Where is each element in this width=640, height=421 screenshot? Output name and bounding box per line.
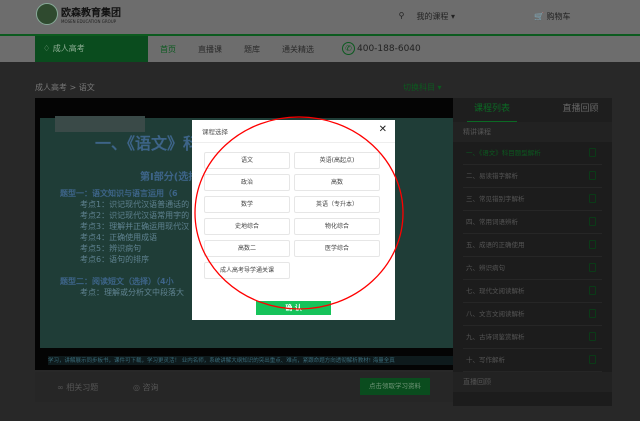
slide-line: 考点3：理解并正确运用现代汉 [80, 222, 190, 231]
slide-line: 题型一：语文知识与语言运用（6 [60, 189, 178, 198]
my-courses-link[interactable]: 我的课程 ▾ [416, 11, 455, 22]
lock-icon [589, 217, 596, 226]
lock-icon [589, 355, 596, 364]
course-option[interactable]: 医学综合 [294, 240, 380, 257]
logo[interactable]: 欧森教育集团 MOSEN EDUCATION GROUP [36, 3, 121, 25]
section-header: 精讲课程 [453, 122, 612, 142]
nav-live[interactable]: 直播课 [198, 44, 222, 55]
slide-line: 题型二：阅读短文（选择）（4小 [60, 277, 174, 286]
divider [192, 142, 395, 143]
marquee-text: 学习，讲解展示同步板书，课件可下载，学习更灵活！ 业内名师，系统讲解大纲知识的突… [48, 356, 453, 365]
slide-line: 考点2：识记现代汉语常用字的 [80, 211, 190, 220]
course-option[interactable]: 高数二 [204, 240, 290, 257]
lesson-title: 一、《语文》科目题型解析 [466, 149, 541, 157]
slide-subtitle: 第I部分(选择 [140, 172, 199, 183]
slide-line: 考点4：正确使用成语 [80, 233, 158, 242]
lock-icon [589, 263, 596, 272]
tab-course-list[interactable]: 课程列表 [467, 98, 517, 122]
course-option[interactable]: 数学 [204, 196, 290, 213]
nav-selected[interactable]: 通关精选 [282, 44, 314, 55]
lock-icon [589, 194, 596, 203]
cart-icon: 🛒 [534, 12, 544, 21]
slide-line: 考点5：辨识病句 [80, 244, 142, 253]
lesson-item[interactable]: 七、现代文阅读解析 [463, 280, 602, 303]
slide-title: 一、《语文》科 [95, 134, 200, 153]
lesson-item[interactable]: 四、常用词语辨析 [463, 211, 602, 234]
nav-question-bank[interactable]: 题库 [244, 44, 260, 55]
slide-line: 考点：理解或分析文中段落大 [80, 288, 184, 297]
course-option[interactable]: 物化综合 [294, 218, 380, 235]
lock-icon [589, 148, 596, 157]
logo-text: 欧森教育集团 [61, 8, 121, 19]
nav-bar: ♢ 成人高考 首页 直播课 题库 通关精选 ✆ 400-188-6040 [0, 36, 640, 62]
course-option[interactable]: 英语(高起点) [294, 152, 380, 169]
nav-home[interactable]: 首页 [160, 44, 176, 55]
modal-title: 课程选择 [202, 128, 228, 136]
lesson-item[interactable]: 五、成语的正确使用 [463, 234, 602, 257]
cart-link[interactable]: 购物车 [547, 12, 571, 21]
course-option[interactable]: 高数 [294, 174, 380, 191]
lesson-title: 二、易读错字解析 [466, 172, 518, 180]
breadcrumb: 成人高考 > 语文 [35, 83, 95, 92]
tab-live-review[interactable]: 直播回顾 [549, 98, 612, 122]
lesson-item[interactable]: 十、写作解析 [463, 349, 602, 372]
course-panel: 课程列表 直播回顾 精讲课程 一、《语文》科目题型解析 二、易读错字解析 三、常见错别… [453, 98, 612, 406]
user-icon: ⚲ [398, 11, 405, 20]
lock-icon [589, 240, 596, 249]
lesson-item[interactable]: 八、文言文阅读解析 [463, 303, 602, 326]
logo-tree-icon [36, 3, 58, 25]
lesson-title: 五、成语的正确使用 [466, 241, 525, 249]
lock-icon [589, 309, 596, 318]
lesson-title: 三、常见错别字解析 [466, 195, 525, 203]
logo-subtext: MOSEN EDUCATION GROUP [61, 19, 117, 24]
slide-line: 考点1：识记现代汉语普通话的 [80, 200, 190, 209]
course-option[interactable]: 政治 [204, 174, 290, 191]
switch-subject-button[interactable]: 切换科目 ▾ [403, 82, 442, 93]
lock-icon [589, 332, 596, 341]
phone-number: 400-188-6040 [357, 43, 421, 54]
slide-line: 考点6：语句的排序 [80, 255, 150, 264]
lesson-title: 七、现代文阅读解析 [466, 287, 525, 295]
consult-link[interactable]: ◎ 咨询 [133, 382, 159, 393]
lesson-title: 四、常用词语辨析 [466, 218, 518, 226]
category-selector[interactable]: ♢ 成人高考 [35, 36, 148, 62]
course-option[interactable]: 史地综合 [204, 218, 290, 235]
close-icon[interactable]: ✕ [379, 124, 387, 135]
lesson-title: 八、文言文阅读解析 [466, 310, 525, 318]
get-materials-button[interactable]: 点击领取学习资料 [360, 378, 430, 395]
section-header: 直播回顾 [453, 372, 612, 392]
lesson-title: 十、写作解析 [466, 356, 505, 364]
chat-icon: ◎ [133, 383, 140, 392]
lesson-item[interactable]: 一、《语文》科目题型解析 [463, 142, 602, 165]
course-select-modal: 课程选择 ✕ 语文 英语(高起点) 政治 高数 数学 英语（专升本） 史地综合 物化综合 高数二… [192, 120, 395, 320]
lesson-item[interactable]: 六、辨识病句 [463, 257, 602, 280]
phone-icon: ✆ [342, 42, 355, 55]
course-option[interactable]: 语文 [204, 152, 290, 169]
course-option[interactable]: 英语（专升本） [294, 196, 380, 213]
category-label: 成人高考 [52, 44, 85, 53]
lesson-title: 九、古诗词鉴赏解析 [466, 333, 525, 341]
consult-label: 咨询 [142, 383, 159, 392]
lesson-item[interactable]: 九、古诗词鉴赏解析 [463, 326, 602, 349]
lesson-item[interactable]: 二、易读错字解析 [463, 165, 602, 188]
related-exercises-link[interactable]: ∞ 相关习题 [57, 382, 98, 393]
video-toolbar: ∞ 相关习题 ◎ 咨询 点击领取学习资料 [35, 372, 453, 402]
course-option[interactable]: 成人高考导学通关课 [204, 262, 290, 279]
confirm-button[interactable]: 确 认 [256, 301, 331, 315]
bulb-icon: ♢ [43, 44, 51, 53]
lesson-item[interactable]: 三、常见错别字解析 [463, 188, 602, 211]
header: 欧森教育集团 MOSEN EDUCATION GROUP ⚲ 我的课程 ▾ 🛒 购物… [0, 0, 640, 34]
lock-icon [589, 286, 596, 295]
lock-icon [589, 171, 596, 180]
lesson-title: 六、辨识病句 [466, 264, 505, 272]
